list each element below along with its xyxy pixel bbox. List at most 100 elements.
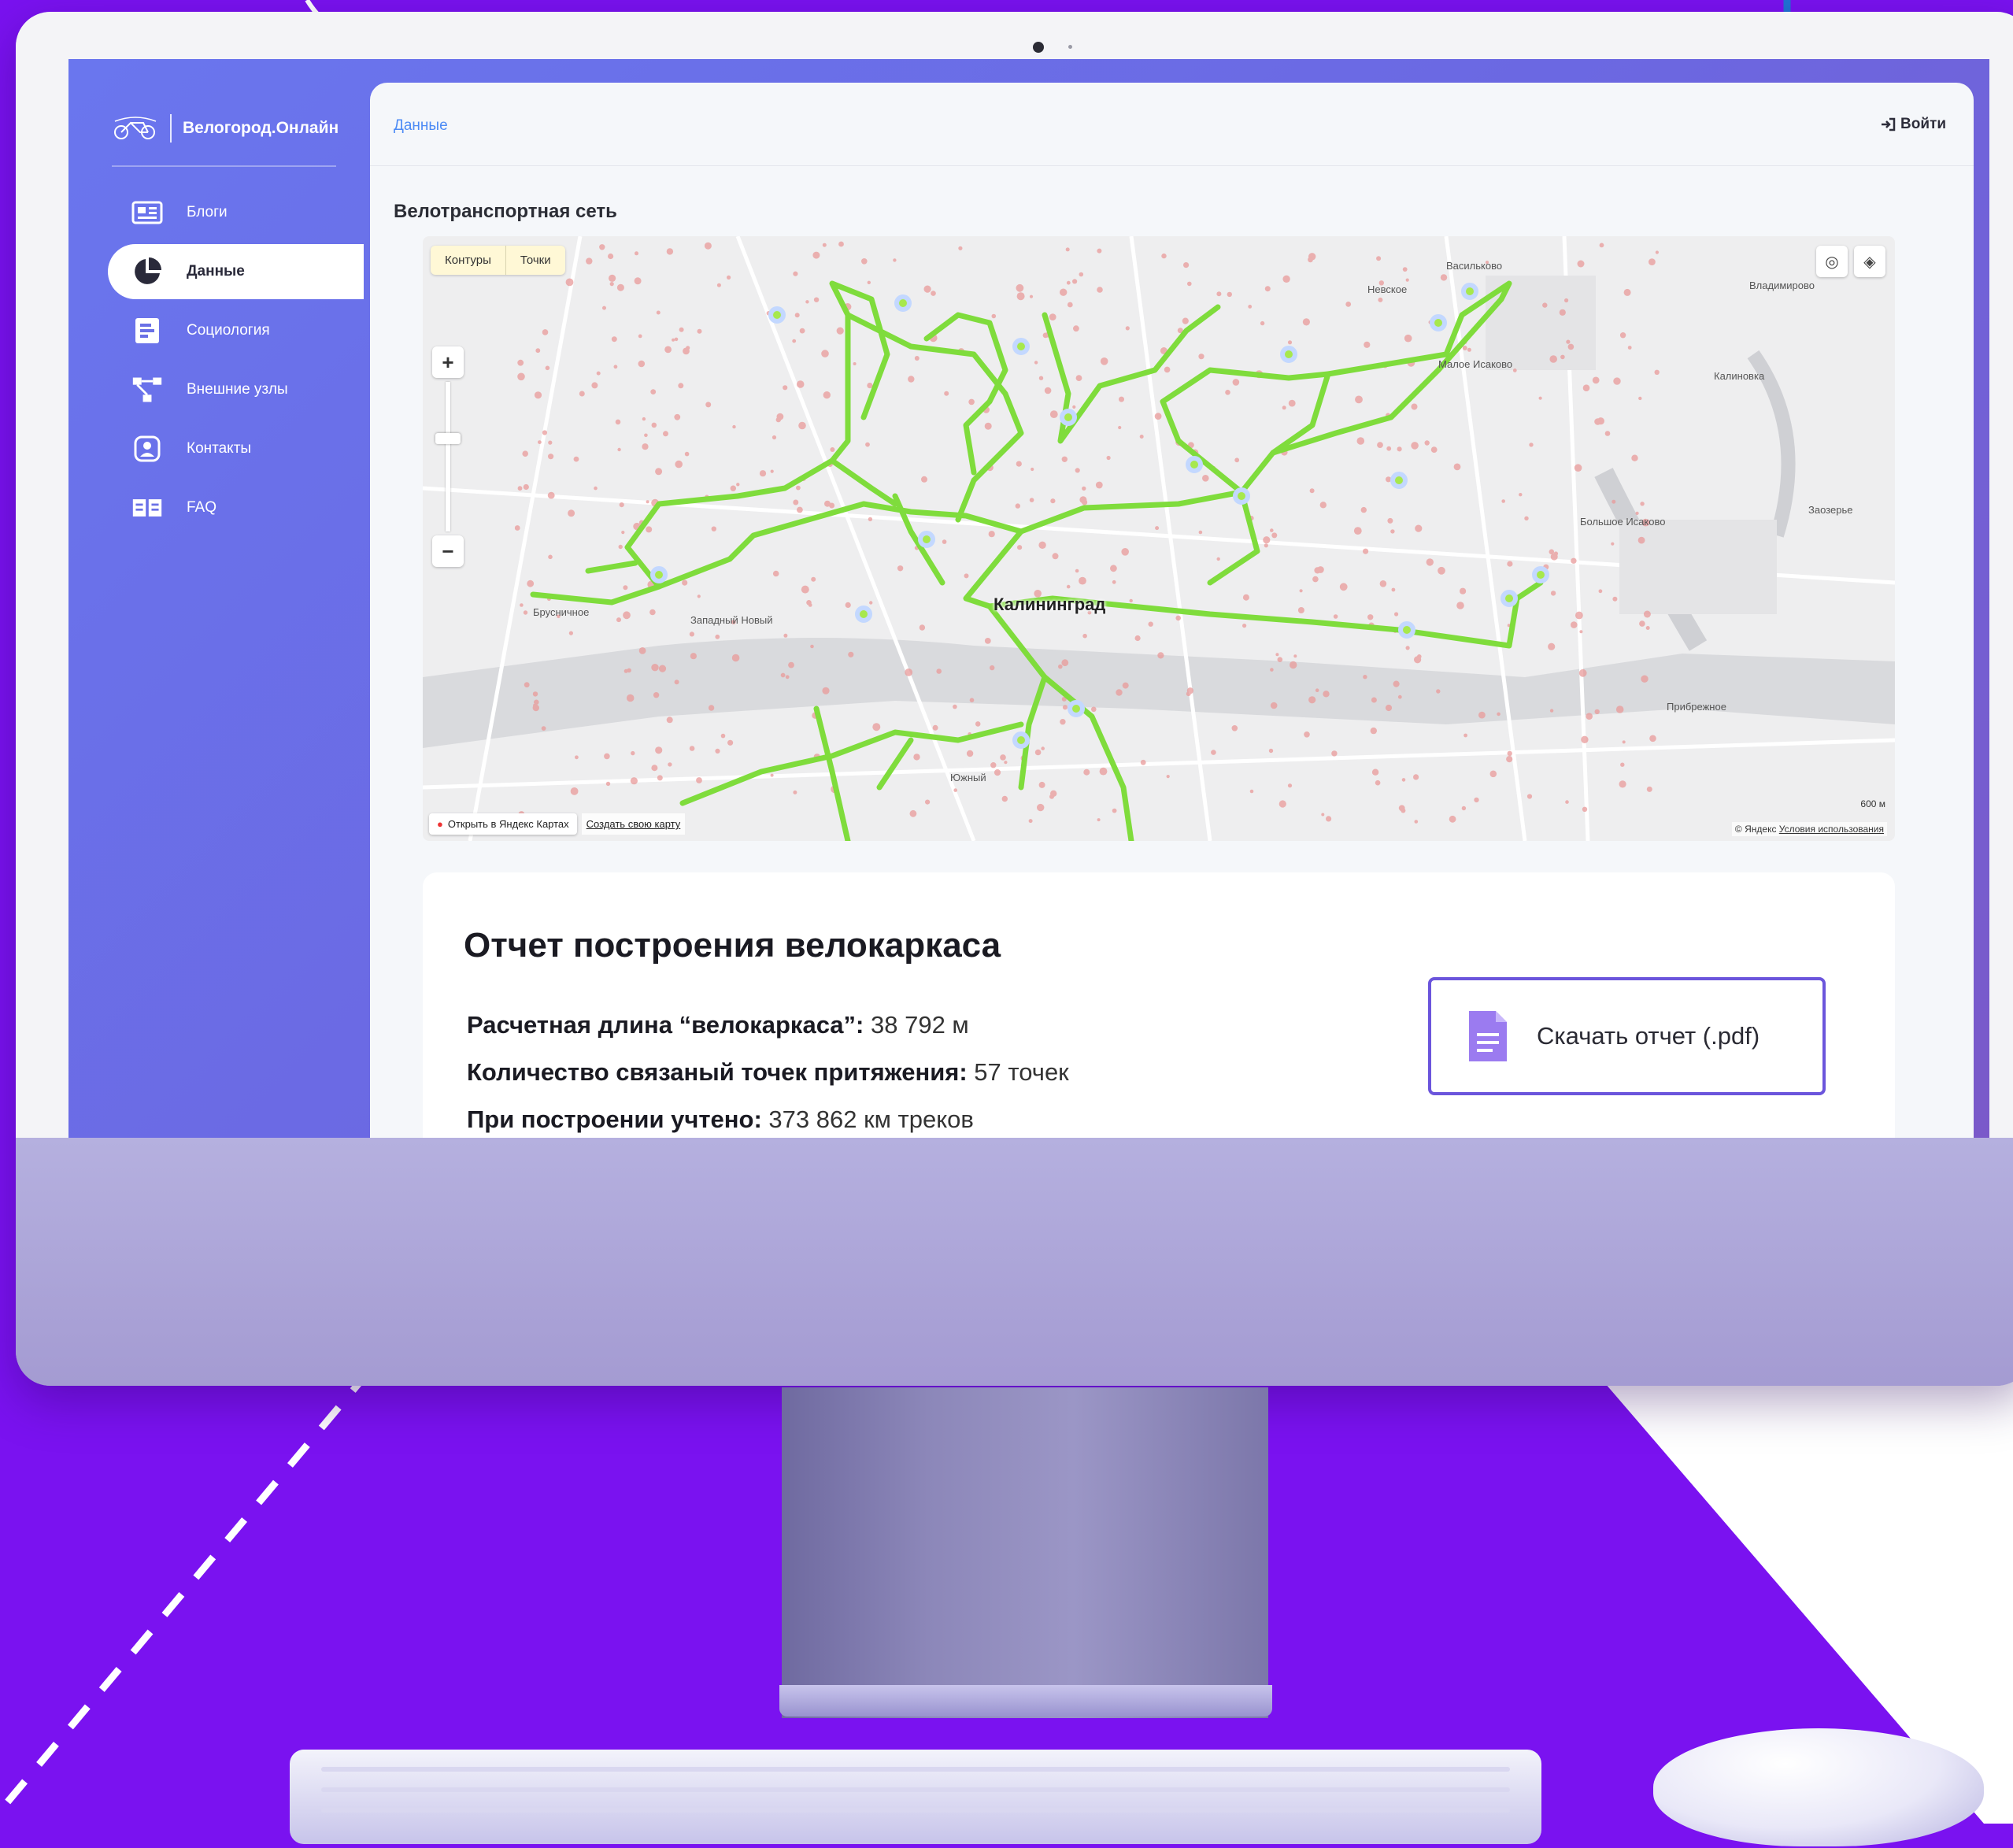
sidebar-item-blogs[interactable]: Блоги xyxy=(108,185,364,240)
book-icon xyxy=(131,494,163,521)
layers-button[interactable]: ◈ xyxy=(1854,246,1885,277)
attraction-point xyxy=(690,653,697,660)
attraction-point xyxy=(635,251,638,256)
attraction-point xyxy=(1166,775,1170,779)
download-report-button[interactable]: Скачать отчет (.pdf) xyxy=(1428,977,1826,1095)
camera-icon xyxy=(1033,42,1044,53)
attraction-point xyxy=(1414,820,1419,824)
zoom-out-button[interactable]: − xyxy=(432,535,464,567)
attraction-point xyxy=(964,573,969,579)
scale-label: 600 м xyxy=(1860,798,1885,809)
attraction-point xyxy=(1314,567,1321,574)
breadcrumb[interactable]: Данные xyxy=(394,117,448,135)
report-line-tracks: При построении учтено: 373 862 км треков xyxy=(467,1105,974,1134)
attraction-point xyxy=(1242,624,1247,628)
zoom-slider-thumb[interactable] xyxy=(435,433,461,444)
attraction-point xyxy=(568,631,573,635)
attraction-point xyxy=(893,258,897,262)
sidebar-item-sociology[interactable]: Социология xyxy=(108,303,364,358)
attraction-point xyxy=(1044,387,1052,394)
map-canvas[interactable] xyxy=(423,236,1895,841)
attraction-point xyxy=(808,603,812,607)
attraction-point xyxy=(1290,661,1297,669)
attraction-point xyxy=(1125,326,1130,331)
attraction-point xyxy=(822,243,827,247)
attraction-point xyxy=(1622,740,1626,744)
attraction-point xyxy=(1594,709,1600,715)
attraction-point xyxy=(1186,691,1191,697)
attraction-point xyxy=(780,672,786,678)
attraction-point xyxy=(548,454,554,460)
map[interactable]: Контуры Точки ◎ ◈ + − Калининград Василь… xyxy=(423,236,1895,841)
tab-points[interactable]: Точки xyxy=(505,246,565,275)
attraction-point xyxy=(1391,587,1396,592)
attraction-point xyxy=(1565,800,1569,804)
attraction-point xyxy=(1385,704,1393,712)
open-in-maps-button[interactable]: ● Открыть в Яндекс Картах xyxy=(429,813,577,835)
sidebar-item-data[interactable]: Данные xyxy=(108,244,364,299)
survey-icon xyxy=(131,317,163,344)
attraction-point xyxy=(1581,735,1589,743)
attraction-point xyxy=(931,291,936,296)
attraction-point xyxy=(1640,502,1645,506)
sidebar-item-external-nodes[interactable]: Внешние узлы xyxy=(108,362,364,417)
bike-logo-icon xyxy=(114,117,157,139)
attraction-point xyxy=(730,485,736,491)
attraction-point xyxy=(675,460,683,468)
attraction-point xyxy=(524,682,530,688)
geolocation-button[interactable]: ◎ xyxy=(1816,246,1848,277)
attraction-point xyxy=(1211,750,1216,755)
attraction-point xyxy=(990,762,997,768)
login-button[interactable]: Войти xyxy=(1880,116,1946,133)
attraction-point xyxy=(727,275,731,280)
attraction-point xyxy=(623,611,631,620)
attraction-point xyxy=(596,371,601,376)
attraction-point xyxy=(1097,248,1102,254)
attraction-point xyxy=(759,470,767,477)
attraction-point xyxy=(770,469,774,473)
tab-contours[interactable]: Контуры xyxy=(431,246,505,275)
attraction-point xyxy=(990,665,995,671)
document-icon xyxy=(1469,1011,1507,1061)
attraction-point xyxy=(1060,288,1068,296)
attraction-point xyxy=(798,421,806,430)
attraction-point xyxy=(1574,464,1582,472)
logo[interactable]: Велогород.Онлайн xyxy=(112,114,339,143)
content-panel: Данные Войти Велотранспортная сеть Конту… xyxy=(370,83,1974,1150)
attraction-point xyxy=(1371,697,1377,703)
zoom-slider-track[interactable] xyxy=(446,382,450,531)
attraction-point xyxy=(708,705,715,711)
create-map-link[interactable]: Создать свою карту xyxy=(581,813,686,835)
map-layer-tabs: Контуры Точки xyxy=(431,246,565,275)
attraction-point xyxy=(642,443,649,450)
attraction-point xyxy=(872,723,881,731)
attraction-point xyxy=(609,282,614,287)
attraction-point xyxy=(1097,287,1103,293)
attraction-point xyxy=(579,391,585,397)
attraction-point xyxy=(1097,818,1101,822)
attraction-point xyxy=(836,327,844,335)
attraction-point xyxy=(1099,767,1108,776)
attraction-point xyxy=(1061,456,1068,462)
sidebar-item-contacts[interactable]: Контакты xyxy=(108,421,364,476)
attraction-point xyxy=(666,248,674,255)
attraction-point xyxy=(994,769,1001,776)
logo-separator xyxy=(170,114,172,143)
attraction-point xyxy=(1549,355,1557,363)
attraction-point xyxy=(638,334,642,339)
map-place-label: Владимирово xyxy=(1749,280,1815,291)
attraction-point xyxy=(823,391,831,399)
scrollbar[interactable] xyxy=(1980,59,1989,1150)
zoom-in-button[interactable]: + xyxy=(432,346,464,378)
terms-link[interactable]: Условия использования xyxy=(1779,824,1884,835)
login-label: Войти xyxy=(1900,116,1946,132)
attraction-point xyxy=(1216,291,1222,297)
attraction-point xyxy=(1058,664,1063,669)
logo-divider xyxy=(112,165,336,167)
attraction-point xyxy=(1538,396,1542,400)
attraction-point xyxy=(1315,688,1319,692)
attraction-point xyxy=(1386,446,1392,451)
attraction-point xyxy=(914,356,920,361)
sidebar-item-faq[interactable]: FAQ xyxy=(108,480,364,535)
attraction-point xyxy=(517,486,523,491)
